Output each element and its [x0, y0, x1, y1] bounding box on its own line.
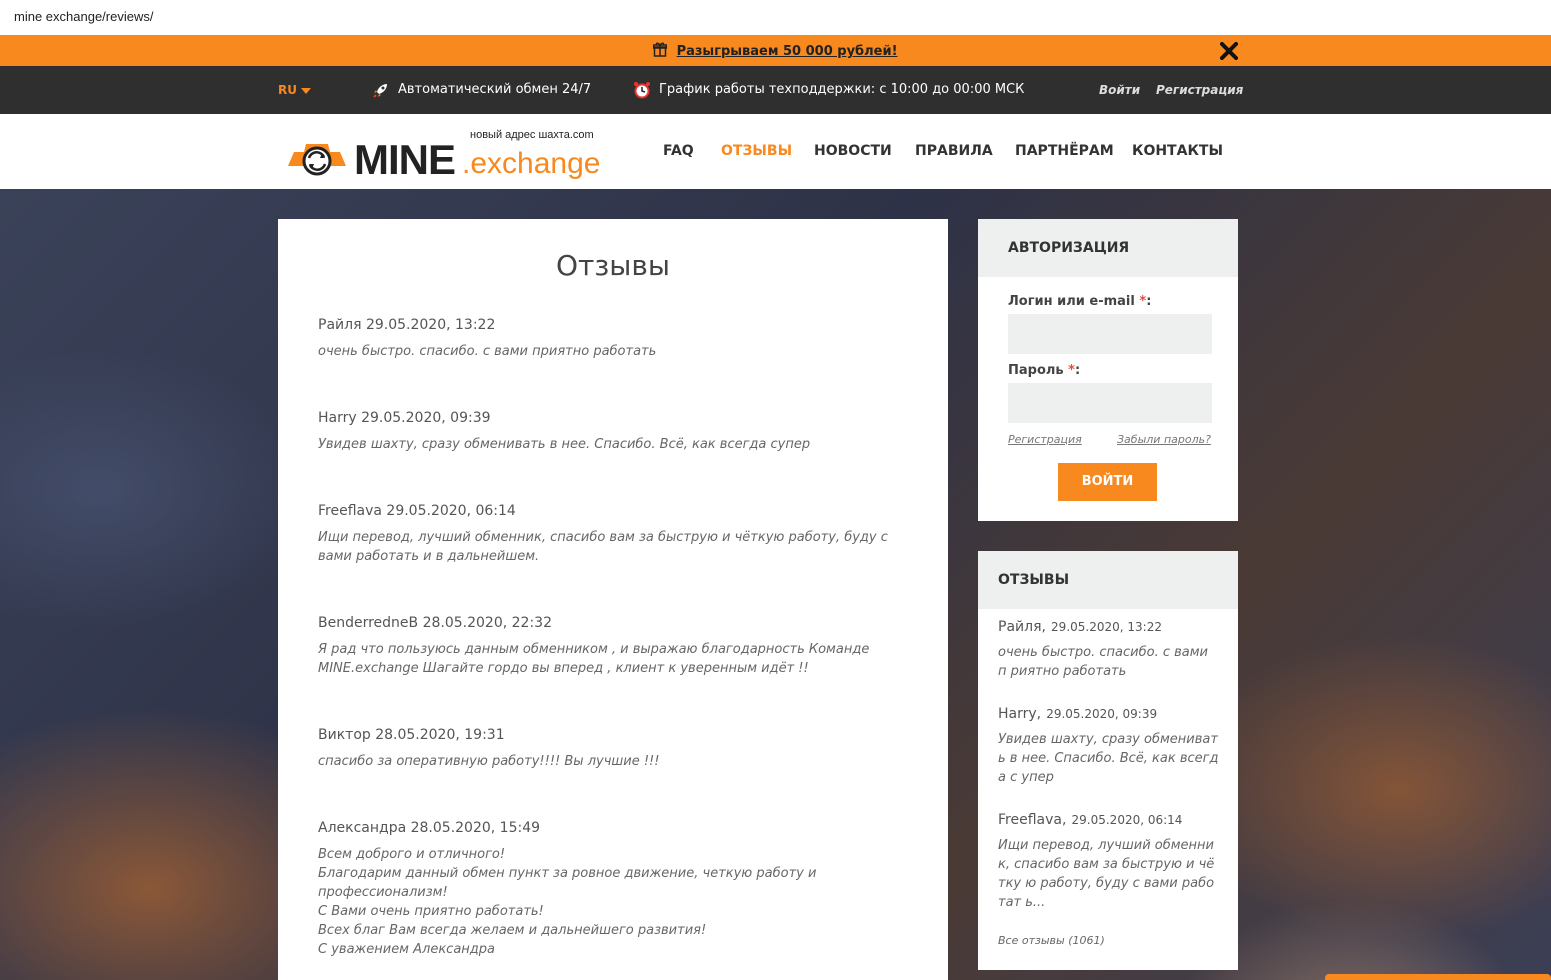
logo-text-exchange: .exchange — [462, 147, 601, 180]
nav-news[interactable]: НОВОСТИ — [814, 114, 892, 189]
chevron-down-icon — [300, 87, 311, 94]
reviews-widget-title: ОТЗЫВЫ — [978, 551, 1238, 609]
label-colon: : — [1074, 363, 1081, 378]
review-author: Freeflava, — [998, 812, 1067, 828]
review-date: 29.05.2020, 13:22 — [1051, 620, 1162, 634]
required-mark: * — [1068, 363, 1075, 378]
review-date: 29.05.2020, 06:14 — [1071, 813, 1183, 827]
review-meta: Harry 29.05.2020, 09:39 — [318, 410, 491, 426]
review-date: 29.05.2020, 09:39 — [1046, 707, 1158, 721]
rocket-icon — [373, 83, 387, 98]
alarm-clock-icon — [634, 81, 650, 98]
nav-faq[interactable]: FAQ — [663, 114, 694, 189]
register-link[interactable]: Регистрация — [1008, 433, 1082, 446]
logo-text-mine: MINE — [354, 136, 456, 183]
nav-rules[interactable]: ПРАВИЛА — [915, 114, 993, 189]
login-link[interactable]: Войти — [1099, 66, 1140, 114]
review-text: спасибо за оперативную работу!!!! Вы луч… — [318, 754, 660, 769]
login-button[interactable]: ВОЙТИ — [1058, 463, 1157, 501]
nav-reviews[interactable]: ОТЗЫВЫ — [721, 114, 792, 189]
language-selector[interactable]: RU — [278, 66, 311, 114]
auto-exchange-text: Автоматический обмен 24/7 — [398, 82, 592, 97]
review-meta: Александра 28.05.2020, 15:49 — [318, 820, 541, 836]
review-meta: Freeflava 29.05.2020, 06:14 — [318, 503, 516, 519]
site-logo[interactable]: MINE .exchange новый адрес шахта.com — [284, 128, 614, 183]
language-code: RU — [278, 83, 297, 97]
close-icon[interactable] — [1219, 35, 1239, 66]
review-text: очень быстро. спасибо. с вами п риятно р… — [998, 645, 1209, 679]
auto-exchange-info: Автоматический обмен 24/7 — [372, 66, 591, 114]
mine-logo-icon — [288, 144, 346, 176]
review-item: Harry 29.05.2020, 09:39 Увидев шахту, ср… — [318, 410, 918, 454]
page-title: Отзывы — [556, 249, 670, 282]
schedule-text: График работы техподдержки: с 10:00 до 0… — [659, 82, 1025, 97]
url-text: mine exchange/reviews/ — [14, 9, 154, 24]
review-text: Увидев шахту, сразу обмениват ь в нее. С… — [998, 732, 1219, 785]
top-info-bar: RU Автоматический обмен 24/7 График рабо… — [0, 66, 1551, 114]
review-item: Виктор 28.05.2020, 19:31 спасибо за опер… — [318, 727, 918, 771]
register-link[interactable]: Регистрация — [1156, 66, 1243, 114]
password-label: Пароль *: — [1008, 363, 1080, 378]
review-author: Harry, — [998, 706, 1042, 722]
review-text: Ищи перевод, лучший обменник, спасибо ва… — [318, 530, 888, 564]
review-text: Ищи перевод, лучший обменник, спасибо ва… — [998, 838, 1215, 910]
review-text: очень быстро. спасибо. с вами приятно ра… — [318, 344, 657, 359]
logo-tagline: новый адрес шахта.com — [470, 129, 594, 141]
review-meta: Виктор 28.05.2020, 19:31 — [318, 727, 505, 743]
forgot-password-link[interactable]: Забыли пароль? — [1117, 433, 1211, 446]
login-label: Логин или e-mail *: — [1008, 294, 1151, 309]
auth-title: АВТОРИЗАЦИЯ — [978, 219, 1238, 277]
review-item: Александра 28.05.2020, 15:49 Всем доброг… — [318, 820, 918, 959]
review-author: Райля, — [998, 619, 1046, 635]
schedule-info: График работы техподдержки: с 10:00 до 0… — [633, 66, 1024, 114]
auth-widget: АВТОРИЗАЦИЯ Логин или e-mail *: Пароль *… — [978, 219, 1238, 521]
all-reviews-link[interactable]: Все отзывы (1061) — [998, 934, 1105, 947]
review-meta: Райля 29.05.2020, 13:22 — [318, 317, 496, 333]
promo-link[interactable]: Разыгрываем 50 000 рублей! — [677, 44, 898, 59]
reviews-widget: ОТЗЫВЫ Райля, 29.05.2020, 13:22 очень бы… — [978, 551, 1238, 970]
sidebar-review-item: Райля, 29.05.2020, 13:22 очень быстро. с… — [998, 616, 1220, 681]
review-text: Я рад что пользуюсь данным обменником , … — [318, 642, 870, 676]
login-input[interactable] — [1008, 314, 1212, 354]
label-colon: : — [1146, 294, 1152, 309]
sidebar-review-item: Freeflava, 29.05.2020, 06:14 Ищи перевод… — [998, 809, 1220, 912]
review-text: Увидев шахту, сразу обменивать в нее. Сп… — [318, 437, 811, 452]
review-item: Райля 29.05.2020, 13:22 очень быстро. сп… — [318, 317, 918, 361]
corner-widget-tab[interactable] — [1325, 974, 1551, 980]
reviews-content: Отзывы Райля 29.05.2020, 13:22 очень быс… — [278, 219, 948, 980]
nav-contacts[interactable]: КОНТАКТЫ — [1132, 114, 1223, 189]
address-bar[interactable]: mine exchange/reviews/ — [0, 0, 1551, 35]
review-text: Всем доброго и отличного! Благодарим дан… — [318, 847, 817, 957]
password-label-text: Пароль — [1008, 363, 1064, 378]
promo-banner: Разыгрываем 50 000 рублей! — [0, 35, 1551, 66]
nav-partners[interactable]: ПАРТНЁРАМ — [1015, 114, 1114, 189]
password-input[interactable] — [1008, 383, 1212, 423]
review-item: BenderredneB 28.05.2020, 22:32 Я рад что… — [318, 615, 918, 678]
review-item: Freeflava 29.05.2020, 06:14 Ищи перевод,… — [318, 503, 918, 566]
site-header: MINE .exchange новый адрес шахта.com FAQ… — [0, 114, 1551, 189]
sidebar-review-item: Harry, 29.05.2020, 09:39 Увидев шахту, с… — [998, 703, 1220, 787]
login-label-text: Логин или e-mail — [1008, 294, 1135, 309]
gift-icon — [653, 36, 668, 67]
review-meta: BenderredneB 28.05.2020, 22:32 — [318, 615, 552, 631]
